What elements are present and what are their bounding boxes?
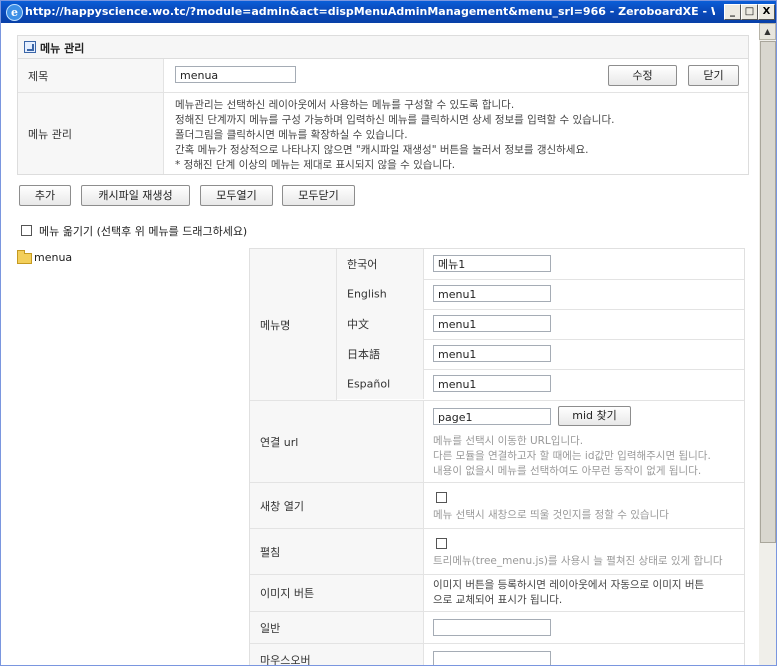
add-button[interactable]: 추가: [19, 185, 71, 206]
lang-row: English menu1: [337, 279, 744, 310]
image-button-row: 이미지 버튼 이미지 버튼을 등록하시면 레이아웃에서 자동으로 이미지 버튼 …: [250, 575, 744, 612]
name-row: 제목 menua 수정 닫기: [18, 59, 748, 93]
page-content: 메뉴 관리 제목 menua 수정 닫기 메뉴 관리 메뉴관리는 선택하신 레이…: [1, 23, 759, 665]
url-help-line: 다른 모듈을 연결하고자 할 때에는 id값만 입력해주시면 됩니다.: [433, 450, 711, 462]
lang-label: Español: [347, 377, 391, 391]
move-menu-checkbox[interactable]: [21, 225, 32, 236]
regenerate-cache-button[interactable]: 캐시파일 재생성: [81, 185, 190, 206]
new-window-row: 새창 열기 메뉴 선택시 새창으로 띄울 것인지를 정할 수 있습니다: [250, 483, 744, 529]
url-row: 연결 url page1 mid 찾기 메뉴를 선택시 이동한 URL입니다. …: [250, 401, 744, 483]
collapse-all-button[interactable]: 모두닫기: [282, 185, 355, 206]
lang-label: 中文: [347, 318, 369, 331]
lang-input-ja[interactable]: menu1: [433, 345, 551, 362]
lang-label-cell: English: [337, 279, 424, 309]
manage-description: 메뉴관리는 선택하신 레이아웃에서 사용하는 메뉴를 구성할 수 있도록 합니다…: [175, 98, 614, 173]
tree-root-item[interactable]: menua: [34, 251, 72, 264]
manage-label-cell: 메뉴 관리: [18, 93, 164, 174]
normal-label: 일반: [260, 621, 281, 635]
minimize-button[interactable]: _: [724, 4, 741, 20]
url-label-cell: 연결 url: [250, 401, 424, 482]
description-line: 간혹 메뉴가 정상적으로 나타나지 않으면 "캐시파일 재생성" 버튼을 눌러서…: [175, 144, 589, 156]
name-label: 제목: [28, 69, 49, 83]
lang-row: 中文 menu1: [337, 309, 744, 340]
window-title: http://happyscience.wo.tc/?module=admin&…: [25, 5, 715, 18]
expand-checkbox[interactable]: [436, 538, 447, 549]
url-input[interactable]: page1: [433, 408, 551, 425]
menu-name-label: 메뉴명: [260, 318, 291, 332]
mid-find-button[interactable]: mid 찾기: [558, 406, 631, 426]
image-button-label-cell: 이미지 버튼: [250, 575, 424, 611]
vertical-scrollbar[interactable]: ▲: [759, 23, 776, 665]
mouseover-label: 마우스오버: [260, 653, 311, 666]
folder-icon[interactable]: [17, 250, 32, 264]
lang-row: Español menu1: [337, 369, 744, 399]
normal-image-row: 일반: [250, 612, 744, 644]
url-label: 연결 url: [260, 435, 299, 449]
lang-label-cell: 日本語: [337, 339, 424, 369]
edit-button[interactable]: 수정: [608, 65, 677, 86]
image-button-help-line: 이미지 버튼을 등록하시면 레이아웃에서 자동으로 이미지 버튼: [433, 579, 705, 591]
normal-label-cell: 일반: [250, 612, 424, 643]
menu-name-row: 메뉴명 한국어 메뉴1 English menu1 中文 menu1 日本語 m…: [250, 249, 744, 401]
lang-row: 日本語 menu1: [337, 339, 744, 370]
menu-admin-icon: [24, 41, 36, 53]
panel-title: 메뉴 관리: [40, 42, 85, 55]
lang-row: 한국어 메뉴1: [337, 249, 744, 280]
lang-input-en[interactable]: menu1: [433, 285, 551, 302]
normal-image-input[interactable]: [433, 619, 551, 636]
mouseover-label-cell: 마우스오버: [250, 644, 424, 665]
close-window-button[interactable]: X: [758, 4, 775, 20]
lang-input-ko[interactable]: 메뉴1: [433, 255, 551, 272]
url-help-line: 메뉴를 선택시 이동한 URL입니다.: [433, 435, 584, 447]
expand-help: 트리메뉴(tree_menu.js)를 사용시 늘 펼쳐진 상태로 있게 합니다: [433, 555, 723, 567]
description-line: 폴더그림을 클릭하시면 메뉴를 확장하실 수 있습니다.: [175, 129, 408, 141]
url-help-line: 내용이 없을시 메뉴를 선택하여도 아무런 동작이 없게 됩니다.: [433, 465, 702, 477]
description-line: * 정해진 단계 이상의 메뉴는 제대로 표시되지 않을 수 있습니다.: [175, 159, 456, 171]
lang-input-zh[interactable]: menu1: [433, 315, 551, 332]
name-label-cell: 제목: [18, 59, 164, 92]
menu-name-label-cell: 메뉴명: [250, 249, 337, 400]
lang-label-cell: 中文: [337, 309, 424, 339]
new-window-label-cell: 새창 열기: [250, 483, 424, 528]
url-help: 메뉴를 선택시 이동한 URL입니다. 다른 모듈을 연결하고자 할 때에는 i…: [433, 434, 711, 479]
maximize-button[interactable]: □: [741, 4, 758, 20]
expand-all-button[interactable]: 모두열기: [200, 185, 273, 206]
lang-input-es[interactable]: menu1: [433, 375, 551, 392]
expand-row: 펼침 트리메뉴(tree_menu.js)를 사용시 늘 펼쳐진 상태로 있게 …: [250, 529, 744, 575]
scroll-up-icon[interactable]: ▲: [759, 23, 776, 40]
image-button-label: 이미지 버튼: [260, 587, 315, 600]
image-button-help: 이미지 버튼을 등록하시면 레이아웃에서 자동으로 이미지 버튼 으로 교체되어…: [433, 578, 704, 608]
mouseover-image-input[interactable]: [433, 651, 551, 665]
lang-label: 日本語: [347, 348, 380, 361]
title-bar: e http://happyscience.wo.tc/?module=admi…: [1, 1, 776, 23]
menu-name-input[interactable]: menua: [175, 66, 296, 83]
lang-label-cell: Español: [337, 369, 424, 399]
expand-label: 펼침: [260, 545, 281, 559]
manage-label: 메뉴 관리: [28, 127, 72, 141]
lang-label: 한국어: [347, 258, 378, 271]
lang-label-cell: 한국어: [337, 249, 424, 279]
manage-row: 메뉴 관리 메뉴관리는 선택하신 레이아웃에서 사용하는 메뉴를 구성할 수 있…: [18, 93, 748, 174]
new-window-label: 새창 열기: [260, 499, 304, 513]
description-line: 메뉴관리는 선택하신 레이아웃에서 사용하는 메뉴를 구성할 수 있도록 합니다…: [175, 99, 515, 111]
new-window-help: 메뉴 선택시 새창으로 띄울 것인지를 정할 수 있습니다: [433, 509, 669, 521]
move-menu-label: 메뉴 옮기기 (선택후 위 메뉴를 드래그하세요): [39, 225, 248, 238]
expand-label-cell: 펼침: [250, 529, 424, 574]
menu-item-form: 메뉴명 한국어 메뉴1 English menu1 中文 menu1 日本語 m…: [249, 248, 745, 665]
scroll-thumb[interactable]: [760, 41, 776, 543]
image-button-help-line: 으로 교체되어 표시가 됩니다.: [433, 594, 563, 606]
ie-logo-icon: e: [6, 4, 23, 21]
description-line: 정해진 단계까지 메뉴를 구성 가능하며 입력하신 메뉴를 클릭하시면 상세 정…: [175, 114, 615, 126]
close-button[interactable]: 닫기: [688, 65, 739, 86]
mouseover-image-row: 마우스오버: [250, 644, 744, 665]
lang-label: English: [347, 287, 387, 301]
menu-manage-panel: 메뉴 관리 제목 menua 수정 닫기 메뉴 관리 메뉴관리는 선택하신 레이…: [17, 35, 749, 175]
browser-window: e http://happyscience.wo.tc/?module=admi…: [0, 0, 777, 666]
new-window-checkbox[interactable]: [436, 492, 447, 503]
panel-header: 메뉴 관리: [18, 36, 748, 59]
